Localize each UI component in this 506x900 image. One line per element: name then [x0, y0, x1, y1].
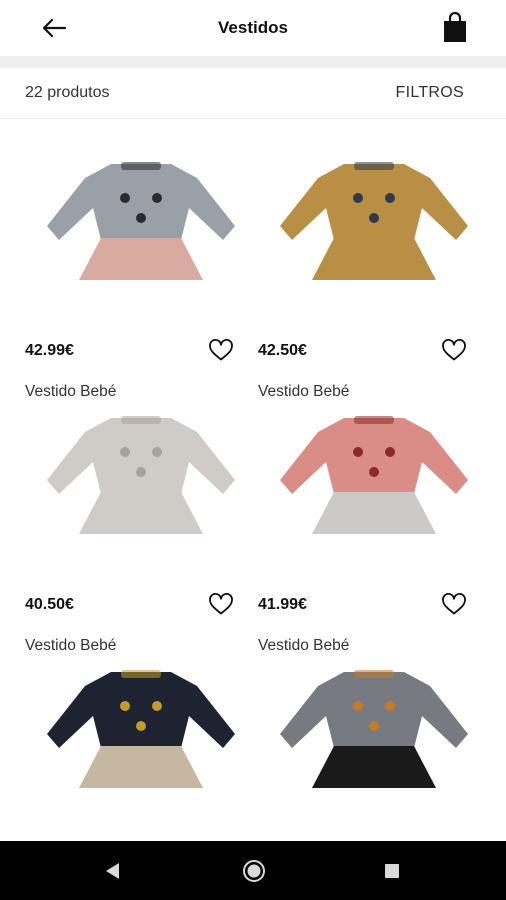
filters-button[interactable]: FILTROS — [396, 84, 464, 102]
product-image[interactable] — [25, 402, 258, 582]
product-card[interactable]: 40.50€ Vestido Bebé — [25, 402, 258, 656]
product-card[interactable]: 42.50€ Vestido Bebé — [258, 148, 491, 402]
product-grid: 42.99€ Vestido Bebé 42.50€ Vestido Bebé 40.5… — [0, 119, 506, 841]
nav-home-icon[interactable] — [242, 859, 266, 883]
favorite-heart-icon[interactable] — [208, 338, 234, 362]
product-price: 41.99€ — [258, 596, 307, 613]
product-card[interactable]: 42.99€ Vestido Bebé — [25, 148, 258, 402]
product-card[interactable]: 35.99€Vestido Bebé — [258, 656, 491, 841]
system-nav-bar — [0, 841, 506, 900]
favorite-heart-icon[interactable] — [441, 338, 467, 362]
product-card[interactable]: 42.50€Vestido Bebé — [25, 656, 258, 841]
product-image[interactable] — [258, 656, 491, 836]
product-count: 22 produtos — [25, 84, 110, 101]
product-image[interactable] — [25, 148, 258, 328]
product-card[interactable]: 41.99€ Vestido Bebé — [258, 402, 491, 656]
shopping-bag-icon[interactable] — [440, 10, 470, 44]
product-image[interactable] — [258, 148, 491, 328]
product-name: Vestido Bebé — [258, 637, 350, 654]
product-price: 42.99€ — [25, 342, 74, 359]
product-image[interactable] — [25, 656, 258, 836]
app-bar: Vestidos — [0, 0, 506, 56]
nav-recents-icon[interactable] — [384, 863, 400, 879]
product-image[interactable] — [258, 402, 491, 582]
product-name: Vestido Bebé — [258, 383, 350, 400]
product-name: Vestido Bebé — [25, 637, 117, 654]
nav-back-icon[interactable] — [103, 861, 121, 881]
header-separator — [0, 56, 506, 68]
product-price: 42.50€ — [258, 342, 307, 359]
product-price: 40.50€ — [25, 596, 74, 613]
favorite-heart-icon[interactable] — [441, 592, 467, 616]
product-name: Vestido Bebé — [25, 383, 117, 400]
favorite-heart-icon[interactable] — [208, 592, 234, 616]
results-bar: 22 produtos FILTROS — [0, 68, 506, 119]
page-title: Vestidos — [218, 18, 288, 37]
